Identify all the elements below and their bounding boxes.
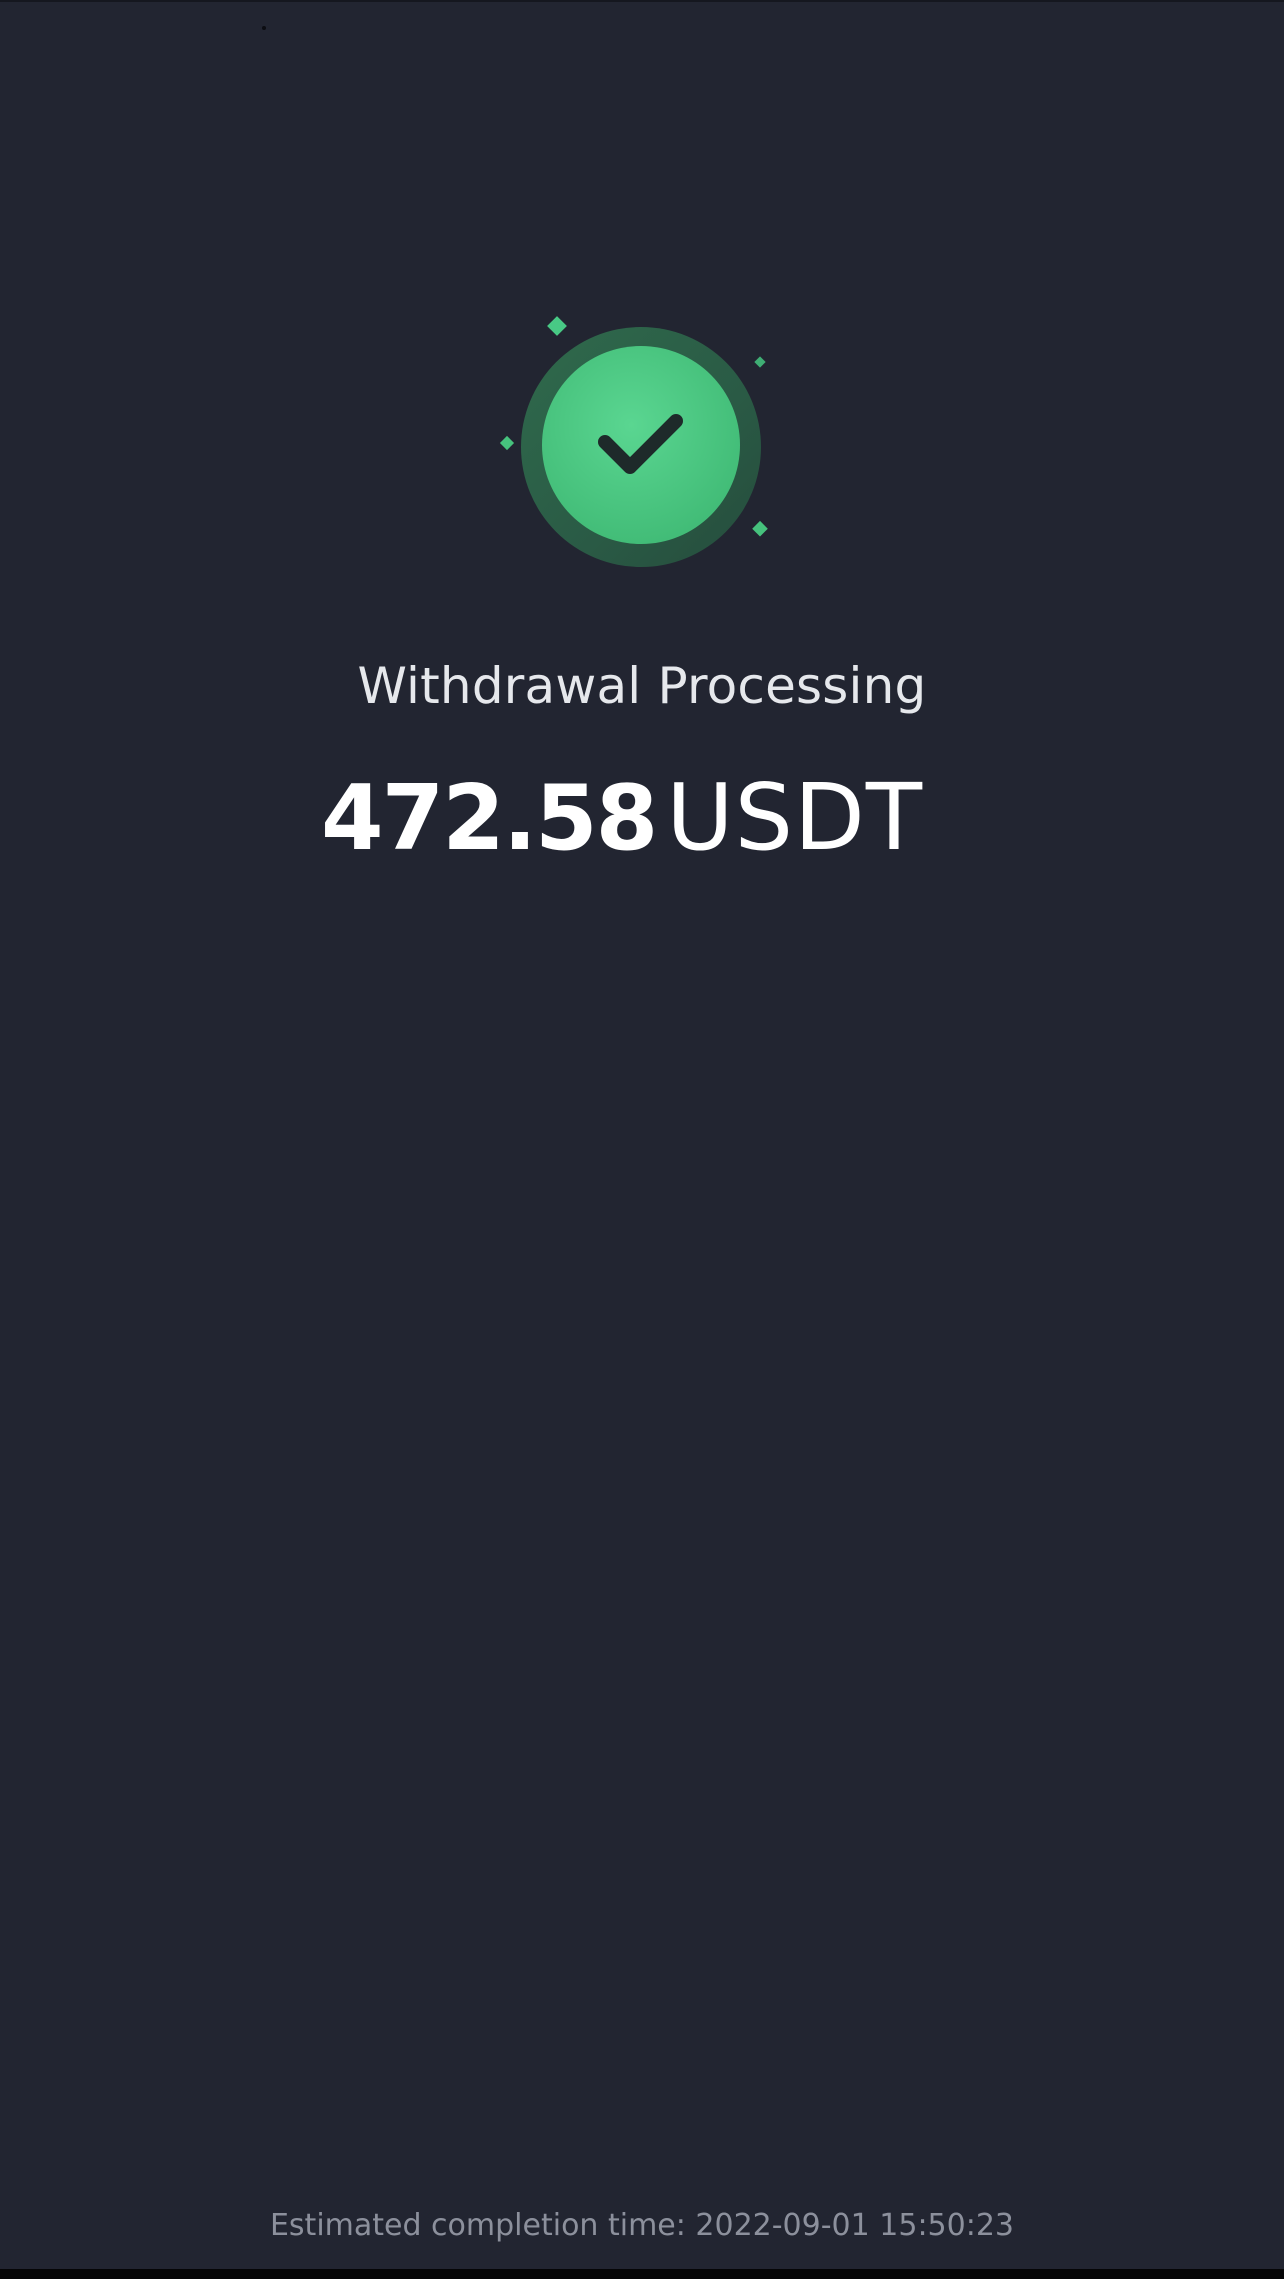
check-circle-icon bbox=[499, 316, 768, 567]
bottom-edge bbox=[0, 2269, 1284, 2279]
status-title: Withdrawal Processing bbox=[357, 657, 927, 715]
sparkle-icon bbox=[754, 356, 766, 368]
sparkle-icon bbox=[547, 316, 567, 336]
estimated-completion-time: Estimated completion time: 2022-09-01 15… bbox=[269, 2208, 1015, 2243]
success-graphic bbox=[490, 307, 780, 567]
sparkle-icon bbox=[752, 520, 768, 537]
withdrawal-amount: 472.58 USDT bbox=[0, 764, 1284, 871]
withdrawal-status-screen: Withdrawal Processing 472.58 USDT Estima… bbox=[0, 0, 1284, 2269]
status-bar-dot bbox=[262, 26, 266, 30]
amount-value: 472.58 bbox=[320, 766, 658, 871]
amount-unit: USDT bbox=[666, 764, 924, 871]
sparkle-icon bbox=[499, 435, 515, 451]
